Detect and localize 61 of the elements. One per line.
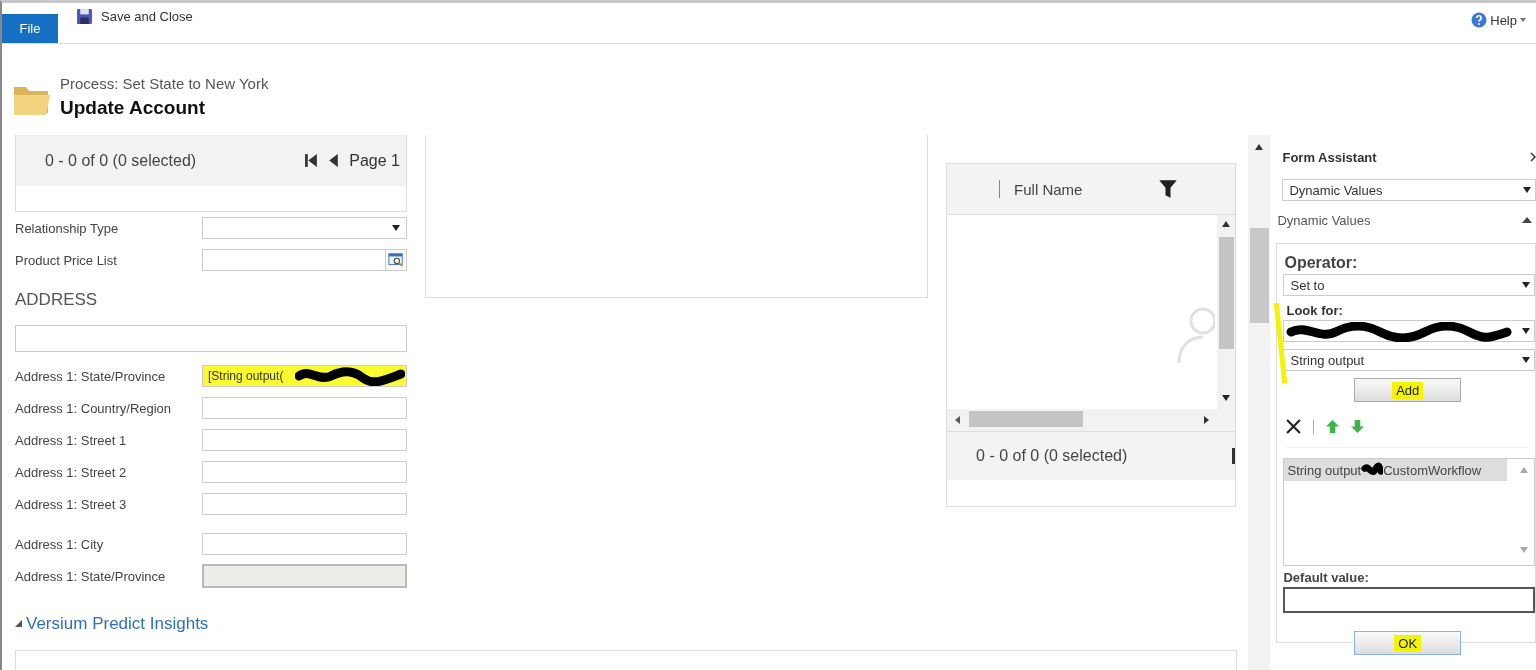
field-label: Default value: [1283, 570, 1370, 585]
caret-icon [1520, 18, 1526, 22]
scrollbar[interactable] [1247, 135, 1271, 670]
default-value-field[interactable] [1283, 587, 1535, 613]
help-icon [1471, 12, 1488, 28]
panel-title: Form Assistant [1282, 149, 1377, 165]
dropdown-field[interactable] [1283, 320, 1535, 342]
section-header: Dynamic Values [1277, 212, 1371, 228]
text-field[interactable] [202, 429, 407, 451]
record-count: 0 - 0 of 0 (0 selected) [976, 447, 1128, 465]
field-label: Address 1: Country/Region [15, 400, 173, 416]
field-label: Look for: [1286, 303, 1344, 318]
scroll-down-icon[interactable] [1520, 547, 1528, 553]
text-field[interactable] [202, 493, 407, 515]
dropdown-field[interactable]: String output [1283, 349, 1535, 371]
collapse-icon[interactable] [1522, 217, 1532, 223]
move-up-icon[interactable] [1326, 420, 1340, 433]
list-item[interactable]: String output CustomWorkflow [1284, 459, 1508, 481]
column-header[interactable]: Full Name [1014, 180, 1159, 198]
add-button[interactable]: Add [1354, 378, 1462, 402]
dropdown-field[interactable] [202, 217, 407, 239]
section-heading: ADDRESS [15, 290, 99, 310]
filter-icon[interactable] [1158, 179, 1179, 199]
dropdown-field[interactable]: Set to [1283, 274, 1535, 296]
field-label: Address 1: Street 3 [15, 496, 128, 512]
field-label: Address 1: Street 2 [15, 464, 128, 480]
process-name: Process: Set State to New York [60, 75, 269, 92]
record-count: 0 - 0 of 0 (0 selected) [45, 151, 197, 170]
delete-icon[interactable] [1286, 419, 1302, 434]
first-page-icon[interactable] [305, 153, 319, 168]
field-label: Address 1: State/Province [15, 368, 167, 384]
field-label: Address 1: Street 1 [15, 432, 128, 448]
field-label: Operator: [1284, 254, 1359, 272]
field-label: Product Price List [15, 252, 118, 268]
text-field[interactable] [15, 324, 407, 352]
text-field[interactable] [202, 533, 407, 555]
previous-page-icon[interactable] [327, 153, 341, 168]
page-number: Page 1 [349, 151, 400, 170]
first-page-icon[interactable] [1231, 448, 1235, 464]
lookup-field[interactable] [202, 249, 407, 271]
help-button[interactable]: Help [1465, 11, 1532, 29]
field-label: Address 1: City [15, 536, 105, 552]
scroll-up-icon[interactable] [1520, 467, 1528, 473]
text-field[interactable]: [String output( [202, 365, 407, 387]
dropdown-field[interactable]: Dynamic Values [1282, 179, 1536, 201]
text-field[interactable] [202, 461, 407, 483]
page-title: Update Account [60, 97, 206, 119]
section-link[interactable]: Versium Predict Insights [26, 614, 209, 634]
collapse-icon[interactable] [15, 619, 22, 627]
file-tab[interactable]: File [2, 14, 58, 43]
field-label: Relationship Type [15, 220, 120, 236]
move-down-icon[interactable] [1351, 420, 1365, 433]
dropdown-arrow-icon [392, 225, 400, 231]
horizontal-scrollbar[interactable] [947, 409, 1235, 432]
text-field[interactable] [202, 397, 407, 419]
field-label: Address 1: State/Province [15, 568, 167, 584]
chevron-icon[interactable] [1530, 152, 1536, 162]
ok-button[interactable]: OK [1354, 631, 1462, 655]
vertical-scrollbar[interactable] [1216, 215, 1235, 409]
save-and-close-button[interactable]: Save and Close [76, 8, 193, 25]
lookup-icon[interactable] [385, 249, 407, 271]
